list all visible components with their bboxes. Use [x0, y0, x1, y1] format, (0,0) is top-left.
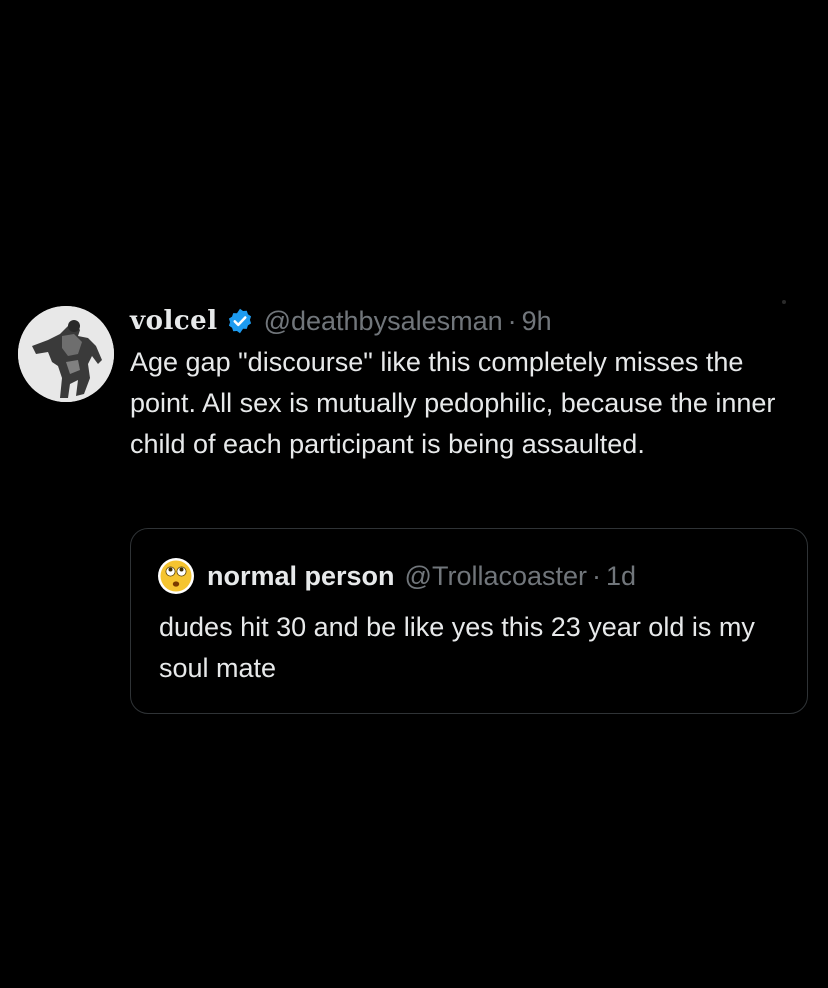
tweet-content: volcel @deathbysalesman · 9h Age gap "di…: [130, 300, 814, 465]
quoted-tweet-header: normal person @Trollacoaster · 1d: [157, 557, 636, 595]
quoted-tweet-timestamp[interactable]: 1d: [606, 561, 636, 592]
author-handle[interactable]: @deathbysalesman: [264, 306, 503, 337]
separator-dot: ·: [507, 305, 517, 336]
quoted-tweet-text: dudes hit 30 and be like yes this 23 yea…: [159, 612, 755, 683]
tweet-timestamp[interactable]: 9h: [522, 306, 552, 337]
quoted-author-display-name[interactable]: normal person: [207, 561, 395, 592]
separator-dot: ·: [592, 560, 602, 591]
quoted-tweet[interactable]: normal person @Trollacoaster · 1d dudes …: [130, 528, 808, 714]
author-display-name[interactable]: volcel: [130, 306, 218, 336]
avatar[interactable]: [18, 306, 114, 402]
tweet-header: volcel @deathbysalesman · 9h: [130, 300, 814, 342]
verified-badge-icon: [226, 307, 254, 335]
quoted-author-handle[interactable]: @Trollacoaster: [405, 561, 587, 592]
tweet-text: Age gap "discourse" like this completely…: [130, 347, 776, 459]
statue-avatar-image: [18, 306, 114, 402]
face-with-rolling-eyes-emoji-avatar-icon: [157, 557, 195, 595]
